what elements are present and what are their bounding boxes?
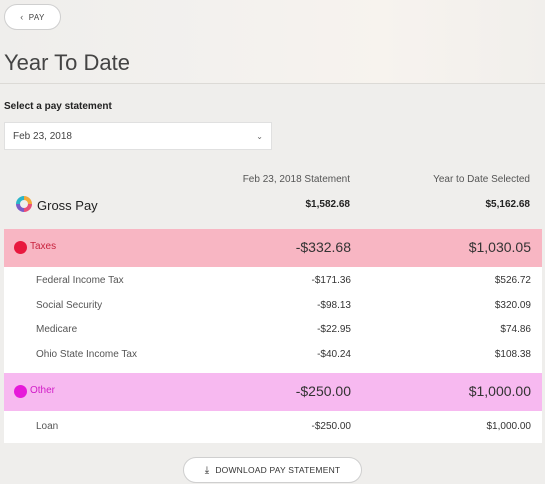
gross-pay-ytd-value: $5,162.68 — [485, 199, 531, 210]
download-button-label: DOWNLOAD PAY STATEMENT — [215, 465, 341, 475]
other-ytd-value: $1,000.00 — [468, 383, 531, 399]
pay-statement-select-label: Select a pay statement — [4, 101, 112, 112]
gross-pay-label: Gross Pay — [37, 198, 98, 213]
pay-statement-select[interactable]: Feb 23, 2018 ⌄ — [4, 122, 272, 150]
list-item: Federal Income Tax -$171.36 $526.72 — [4, 269, 542, 293]
gross-pay-row: Gross Pay $1,582.68 $5,162.68 — [0, 192, 545, 218]
column-header-ytd: Year to Date Selected — [433, 174, 530, 185]
other-category-row[interactable]: Other -$250.00 $1,000.00 — [4, 373, 542, 411]
taxes-label: Taxes — [30, 241, 57, 252]
line-item-statement: -$250.00 — [311, 421, 351, 432]
line-item-ytd: $108.38 — [494, 349, 531, 360]
line-item-statement: -$22.95 — [317, 324, 351, 335]
gross-pay-ring-icon — [16, 196, 32, 212]
other-color-dot — [14, 385, 27, 398]
chevron-down-icon: ⌄ — [256, 131, 263, 141]
line-item-name: Ohio State Income Tax — [36, 349, 137, 360]
list-item: Medicare -$22.95 $74.86 — [4, 318, 542, 342]
taxes-ytd-value: $1,030.05 — [468, 239, 531, 255]
line-item-ytd: $1,000.00 — [486, 421, 532, 432]
taxes-statement-value: -$332.68 — [295, 239, 351, 255]
gross-pay-statement-value: $1,582.68 — [305, 199, 351, 210]
pay-statement-select-value: Feb 23, 2018 — [13, 130, 72, 142]
line-item-ytd: $320.09 — [494, 300, 531, 311]
list-item: Loan -$250.00 $1,000.00 — [4, 415, 542, 439]
back-to-pay-button[interactable]: ‹ PAY — [4, 4, 61, 30]
other-detail-list: Loan -$250.00 $1,000.00 — [4, 411, 542, 443]
line-item-ytd: $526.72 — [494, 275, 531, 286]
chevron-left-icon: ‹ — [20, 12, 24, 22]
line-item-ytd: $74.86 — [500, 324, 531, 335]
page-title: Year To Date — [4, 50, 130, 75]
other-statement-value: -$250.00 — [295, 383, 351, 399]
column-header-statement: Feb 23, 2018 Statement — [242, 174, 350, 185]
line-item-name: Federal Income Tax — [36, 275, 124, 286]
line-item-name: Social Security — [36, 300, 103, 311]
download-pay-statement-button[interactable]: ⤓ DOWNLOAD PAY STATEMENT — [183, 457, 362, 483]
line-item-statement: -$171.36 — [311, 275, 351, 286]
line-item-statement: -$40.24 — [317, 349, 351, 360]
download-icon: ⤓ — [204, 464, 210, 476]
line-item-statement: -$98.13 — [317, 300, 351, 311]
taxes-detail-list: Federal Income Tax -$171.36 $526.72 Soci… — [4, 267, 542, 373]
taxes-color-dot — [14, 241, 27, 254]
list-item: Ohio State Income Tax -$40.24 $108.38 — [4, 343, 542, 367]
list-item: Social Security -$98.13 $320.09 — [4, 294, 542, 318]
line-item-name: Medicare — [36, 324, 78, 335]
other-label: Other — [30, 385, 56, 396]
taxes-category-row[interactable]: Taxes -$332.68 $1,030.05 — [4, 229, 542, 267]
back-button-label: PAY — [28, 12, 45, 22]
line-item-name: Loan — [36, 421, 59, 432]
